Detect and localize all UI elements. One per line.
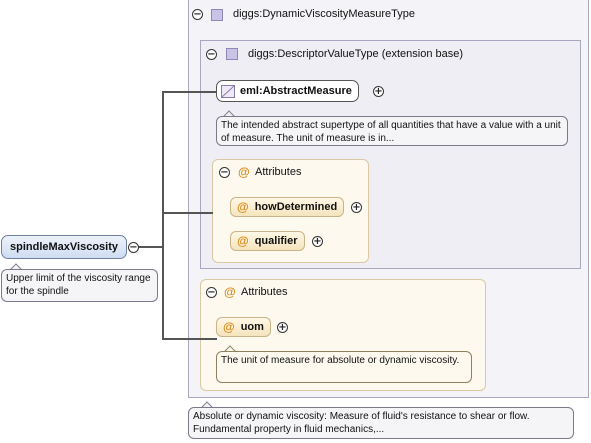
uom-documentation: The unit of measure for absolute or dyna… [216, 351, 472, 383]
howdetermined-expand-button[interactable]: + [351, 202, 362, 213]
outer-type-title: diggs:DynamicViscosityMeasureType [233, 8, 415, 20]
attribute-label: howDetermined [254, 201, 338, 213]
connector-to-abstract [162, 91, 217, 93]
outer-type-collapse-button[interactable]: − [192, 9, 203, 20]
attribute-icon: @ [237, 200, 249, 214]
attribute-icon: @ [238, 165, 250, 179]
connector-trunk-vertical [162, 91, 164, 339]
complex-type-icon [226, 48, 238, 60]
base-attributes-label: Attributes [255, 166, 302, 178]
own-attributes-label: Attributes [241, 286, 288, 298]
own-attributes-collapse-button[interactable]: − [206, 287, 217, 298]
qualifier-expand-button[interactable]: + [312, 236, 323, 247]
attribute-howdetermined[interactable]: @ howDetermined [230, 197, 345, 217]
uom-expand-button[interactable]: + [277, 322, 288, 333]
root-element-node[interactable]: spindleMaxViscosity [1, 235, 128, 259]
connector-to-base-attributes [162, 212, 213, 214]
abstract-measure-label: eml:AbstractMeasure [240, 85, 352, 97]
root-element-collapse-button[interactable]: − [128, 242, 139, 253]
abstract-element-icon [221, 84, 235, 98]
attribute-icon: @ [224, 285, 236, 299]
abstract-measure-documentation: The intended abstract supertype of all q… [216, 116, 568, 146]
attribute-qualifier[interactable]: @ qualifier [230, 231, 305, 251]
root-element-documentation: Upper limit of the viscosity range for t… [1, 269, 158, 302]
complex-type-icon [211, 9, 223, 21]
connector-to-uom [162, 338, 217, 340]
outer-type-documentation: Absolute or dynamic viscosity: Measure o… [188, 407, 574, 439]
base-type-title: diggs:DescriptorValueType (extension bas… [248, 48, 464, 60]
base-attributes-collapse-button[interactable]: − [219, 167, 230, 178]
abstract-measure-node[interactable]: eml:AbstractMeasure [216, 80, 359, 102]
base-type-collapse-button[interactable]: − [206, 49, 217, 60]
attribute-icon: @ [223, 320, 235, 334]
root-element-label: spindleMaxViscosity [10, 241, 119, 253]
attribute-label: qualifier [254, 235, 298, 247]
attribute-label: uom [240, 321, 264, 333]
attribute-icon: @ [237, 234, 249, 248]
connector-root-horizontal [138, 246, 164, 248]
attribute-uom[interactable]: @ uom [216, 317, 271, 337]
abstract-measure-expand-button[interactable]: + [373, 86, 384, 97]
